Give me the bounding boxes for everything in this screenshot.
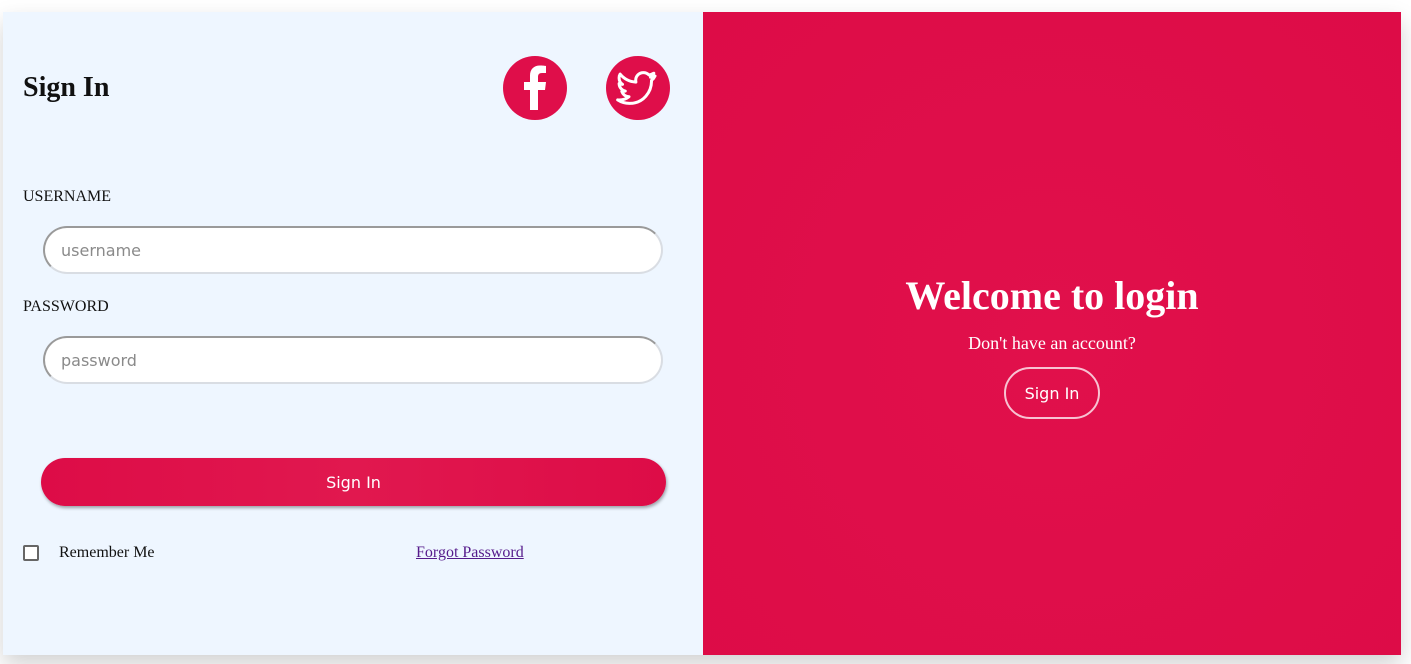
forgot-password-link[interactable]: Forgot Password [416, 544, 524, 562]
page-title: Sign In [23, 72, 110, 103]
sign-in-panel: Sign In USERNAME PASSWORD Sign In Rememb… [3, 12, 703, 655]
welcome-title: Welcome to login [905, 273, 1199, 318]
remember-me-toggle[interactable]: Remember Me [23, 544, 155, 562]
welcome-panel: Welcome to login Don't have an account? … [703, 12, 1401, 655]
twitter-icon [616, 71, 657, 105]
password-label: PASSWORD [23, 298, 109, 315]
twitter-button[interactable] [606, 56, 670, 120]
username-input[interactable] [43, 226, 663, 274]
facebook-icon [524, 65, 546, 110]
facebook-button[interactable] [503, 56, 567, 120]
welcome-subtitle: Don't have an account? [968, 333, 1136, 353]
remember-me-label: Remember Me [59, 544, 155, 561]
username-label: USERNAME [23, 188, 112, 205]
sign-in-button[interactable]: Sign In [41, 458, 666, 506]
remember-me-checkbox[interactable] [23, 545, 39, 561]
password-input[interactable] [43, 336, 663, 384]
login-card: Sign In USERNAME PASSWORD Sign In Rememb… [3, 12, 1401, 655]
welcome-sign-in-button[interactable]: Sign In [1004, 367, 1100, 419]
